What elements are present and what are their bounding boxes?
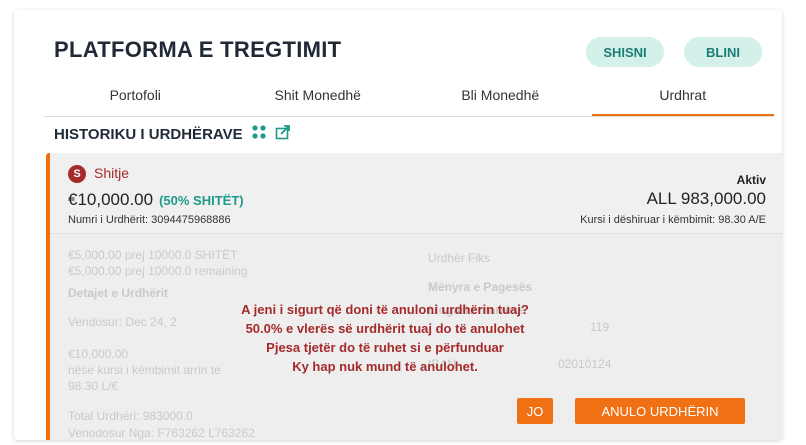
tab-buy-currency[interactable]: Bli Monedhë xyxy=(409,82,592,116)
sell-badge: S xyxy=(68,165,86,183)
buy-button[interactable]: BLINI xyxy=(684,37,762,67)
account-fragment: 119 xyxy=(590,320,610,334)
status-badge: Aktiv xyxy=(736,173,766,187)
order-card: S Shitje €10,000.00 (50% SHITËT) Numri i … xyxy=(46,153,782,440)
order-amount: €10,000.00 (50% SHITËT) xyxy=(68,190,244,210)
confirm-remainder: Pjesa tjetër do të ruhet si e përfunduar xyxy=(266,340,504,355)
tab-orders[interactable]: Urdhrat xyxy=(591,82,774,116)
confirm-question: A jeni i sigurt që doni të anuloni urdhë… xyxy=(241,302,529,317)
order-all-amount: ALL 983,000.00 xyxy=(646,189,766,208)
detail-amount: €10,000.00 xyxy=(68,347,129,361)
order-type: Shitje xyxy=(94,165,130,181)
order-header: S Shitje €10,000.00 (50% SHITËT) Numri i … xyxy=(50,153,782,234)
tab-bar: Portofoli Shit Monedhë Bli Monedhë Urdhr… xyxy=(44,82,774,117)
payment-method-label: Mënyra e Pagesës xyxy=(428,280,533,294)
total-order: Total Urdhëri: 983000.0 xyxy=(68,409,193,423)
sold-line: €5,000.00 prej 10000.0 SHITËT xyxy=(68,248,238,262)
desired-rate: Kursi i dëshiruar i këmbimit: 98.30 A/E xyxy=(580,214,766,226)
order-amount-value: €10,000.00 xyxy=(68,190,154,209)
share-icon[interactable] xyxy=(275,124,291,144)
cancel-confirmation: A jeni i sigurt që doni të anuloni urdhë… xyxy=(190,300,580,376)
sold-percentage: (50% SHITËT) xyxy=(159,193,244,208)
target-rate: 98.30 L/€ xyxy=(68,379,119,393)
tab-sell-currency[interactable]: Shit Monedhë xyxy=(227,82,410,116)
placed-by: Venodosur Nga: F763262 L763262 xyxy=(68,426,255,440)
grid-icon[interactable] xyxy=(251,124,267,144)
remaining-line: €5,000.00 prej 10000.0 remaining xyxy=(68,264,248,278)
order-number: Numri i Urdhërit: 3094475968886 xyxy=(68,214,231,226)
order-history-header: HISTORIKU I URDHËRAVE xyxy=(54,124,291,144)
confirm-percentage: 50.0% e vlerës së urdhërit tuaj do të an… xyxy=(245,321,525,336)
order-history-title: HISTORIKU I URDHËRAVE xyxy=(54,125,243,143)
no-button[interactable]: JO xyxy=(517,398,553,424)
confirm-warning: Ky hap nuk mund të anulohet. xyxy=(292,359,478,374)
tab-portfolio[interactable]: Portofoli xyxy=(44,82,227,116)
cancel-order-button[interactable]: ANULO URDHËRIN xyxy=(575,398,745,424)
order-details-heading: Detajet e Urdhërit xyxy=(68,286,169,300)
sell-button[interactable]: SHISNI xyxy=(586,37,664,67)
page-title: PLATFORMA E TREGTIMIT xyxy=(54,37,342,62)
order-kind: Urdhër Fiks xyxy=(428,251,491,265)
placed-date: Vendosur: Dec 24, 2 xyxy=(68,315,177,329)
